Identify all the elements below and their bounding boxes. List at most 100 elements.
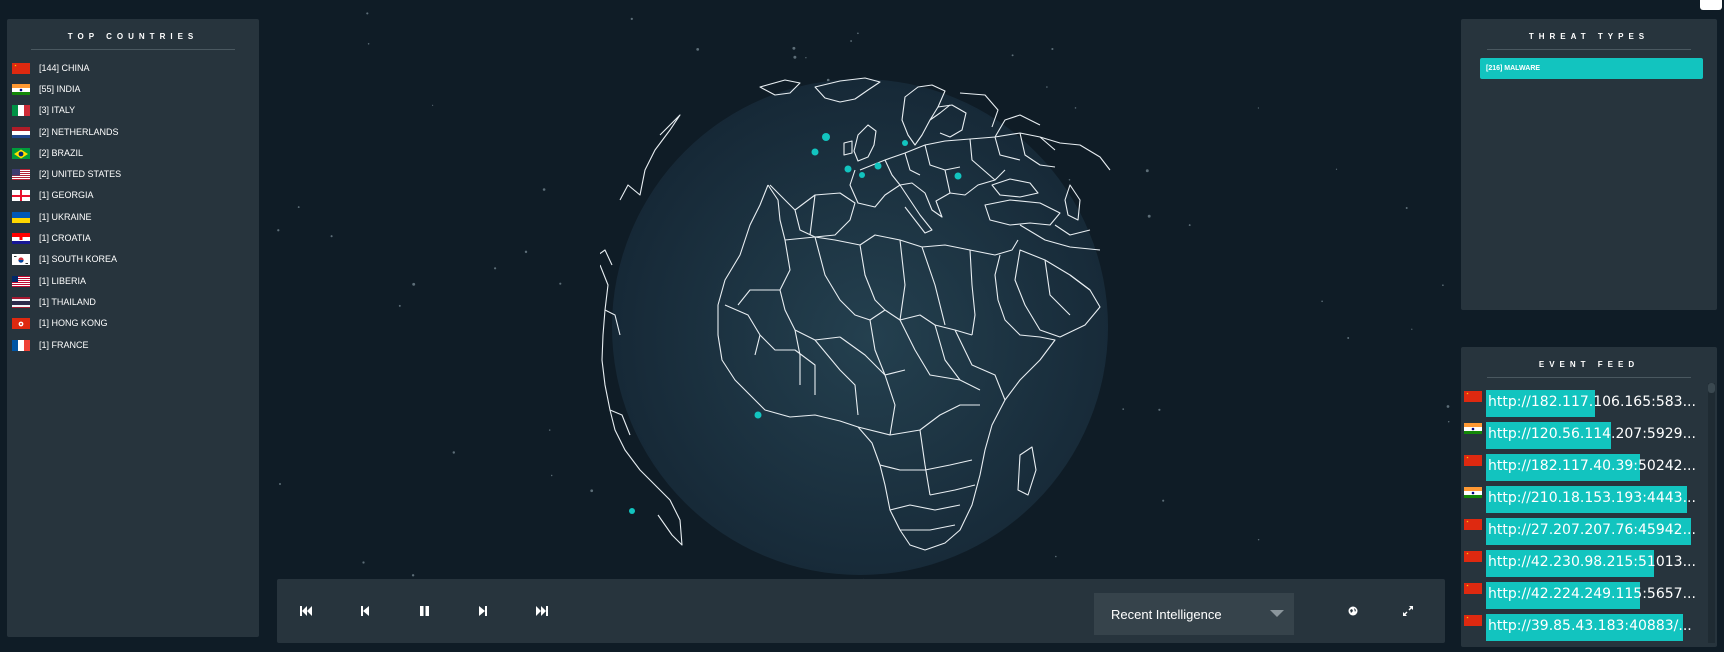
threat-marker[interactable]: [954, 172, 962, 180]
china-flag-icon: [1464, 582, 1482, 594]
country-row[interactable]: [2] NETHERLANDS: [7, 121, 259, 142]
china-flag-icon: [12, 62, 30, 74]
event-feed-item[interactable]: http://39.85.43.183:40883/...: [1461, 608, 1701, 641]
country-row[interactable]: [1] THAILAND: [7, 291, 259, 312]
view-mode-select[interactable]: Recent Intelligence: [1094, 593, 1294, 635]
step-back-icon: [361, 606, 369, 616]
playback-controls: Recent Intelligence: [277, 579, 1445, 643]
skip-to-start-button[interactable]: [298, 603, 314, 619]
thailand-flag-icon: [12, 296, 30, 308]
star: [494, 267, 497, 270]
country-row[interactable]: [1] UKRAINE: [7, 206, 259, 227]
event-feed-url: http://42.230.98.215:51013...: [1488, 554, 1696, 570]
china-flag-icon: [1464, 583, 1482, 594]
corner-tab-button[interactable]: [1700, 0, 1722, 10]
chevron-down-icon: [1270, 610, 1284, 617]
country-row[interactable]: [1] GEORGIA: [7, 185, 259, 206]
event-feed-item[interactable]: http://120.56.114.207:5929...: [1461, 416, 1701, 449]
india-flag-icon: [12, 83, 30, 95]
china-flag-icon: [1464, 550, 1482, 562]
threat-marker[interactable]: [859, 172, 865, 178]
step-back-button[interactable]: [357, 603, 373, 619]
threat-marker[interactable]: [629, 508, 635, 514]
pause-icon: [419, 606, 429, 616]
united-states-flag-icon: [12, 168, 30, 181]
event-feed-scrollbar[interactable]: [1708, 383, 1715, 643]
event-feed-url: http://120.56.114.207:5929...: [1488, 426, 1696, 442]
event-feed-url: http://182.117.40.39:50242...: [1488, 458, 1696, 474]
country-row[interactable]: [2] BRAZIL: [7, 142, 259, 163]
country-row[interactable]: [2] UNITED STATES: [7, 163, 259, 184]
top-countries-panel: TOP COUNTRIES [144] CHINA [55] INDIA [3] I…: [7, 19, 259, 637]
star: [398, 304, 401, 307]
event-feed-item[interactable]: http://42.224.249.115:5657...: [1461, 576, 1701, 609]
brazil-flag-icon: [12, 147, 30, 159]
panel-divider: [31, 49, 235, 50]
event-feed-item[interactable]: http://27.207.207.76:45942...: [1461, 512, 1701, 545]
threat-types-panel: THREAT TYPES [216] MALWARE: [1461, 19, 1717, 310]
liberia-flag-icon: [12, 275, 30, 287]
south-korea-flag-icon: [12, 254, 30, 266]
skip-to-end-icon: [536, 606, 548, 616]
star: [524, 250, 528, 254]
fullscreen-button[interactable]: [1400, 603, 1416, 619]
star: [1051, 47, 1054, 51]
star: [1405, 207, 1408, 209]
thailand-flag-icon: [12, 296, 30, 308]
event-feed-item[interactable]: http://210.18.153.193:4443...: [1461, 480, 1701, 513]
country-row[interactable]: [55] INDIA: [7, 78, 259, 99]
country-row[interactable]: [1] LIBERIA: [7, 270, 259, 291]
threat-type-malware[interactable]: [216] MALWARE: [1480, 58, 1703, 79]
event-feed-url: http://27.207.207.76:45942...: [1488, 522, 1696, 538]
china-flag-icon: [1464, 454, 1482, 466]
country-row[interactable]: [1] HONG KONG: [7, 313, 259, 334]
event-feed-item[interactable]: http://182.117.106.165:583...: [1461, 384, 1701, 417]
china-flag-icon: [1464, 390, 1482, 402]
star: [1447, 420, 1450, 423]
event-feed-item[interactable]: http://182.117.40.39:50242...: [1461, 448, 1701, 481]
event-feed-item[interactable]: http://42.230.98.215:51013...: [1461, 544, 1701, 577]
country-label: [2] BRAZIL: [39, 147, 84, 158]
threat-marker[interactable]: [874, 162, 882, 170]
panel-divider: [1487, 377, 1691, 378]
top-countries-title: TOP COUNTRIES: [67, 32, 199, 41]
star: [548, 429, 551, 431]
scrollbar-thumb[interactable]: [1708, 383, 1715, 393]
country-label: [55] INDIA: [39, 83, 81, 94]
country-row[interactable]: [144] CHINA: [7, 57, 259, 78]
star: [793, 55, 797, 59]
country-row[interactable]: [1] CROATIA: [7, 227, 259, 248]
threat-marker[interactable]: [754, 411, 762, 419]
country-row[interactable]: [1] FRANCE: [7, 334, 259, 355]
country-row[interactable]: [3] ITALY: [7, 100, 259, 121]
globe-view-button[interactable]: [1345, 603, 1361, 619]
threat-marker[interactable]: [822, 133, 830, 141]
netherlands-flag-icon: [12, 126, 30, 138]
pause-button[interactable]: [416, 603, 432, 619]
threat-marker[interactable]: [902, 140, 908, 146]
threat-types-title: THREAT TYPES: [1528, 32, 1650, 41]
italy-flag-icon: [12, 105, 30, 117]
china-flag-icon: [1464, 391, 1482, 402]
country-row[interactable]: [1] SOUTH KOREA: [7, 249, 259, 270]
globe-map[interactable]: [600, 75, 1120, 585]
event-feed-panel: EVENT FEED http://182.117.106.165:583...…: [1461, 347, 1717, 647]
country-label: [1] SOUTH KOREA: [39, 254, 118, 265]
skip-to-end-button[interactable]: [534, 603, 550, 619]
italy-flag-icon: [12, 104, 30, 117]
star: [1011, 54, 1014, 57]
star: [1257, 107, 1260, 109]
star: [630, 17, 633, 21]
star: [559, 282, 562, 285]
threat-marker[interactable]: [844, 165, 852, 173]
event-feed-list: http://182.117.106.165:583... http://120.…: [1461, 384, 1701, 641]
view-mode-value: Recent Intelligence: [1111, 606, 1222, 622]
star: [1147, 214, 1151, 218]
star: [1446, 405, 1450, 408]
netherlands-flag-icon: [12, 126, 30, 138]
step-forward-button[interactable]: [475, 603, 491, 619]
star: [1411, 328, 1413, 330]
france-flag-icon: [12, 339, 30, 351]
threat-marker[interactable]: [811, 148, 819, 156]
india-flag-icon: [1464, 487, 1482, 498]
